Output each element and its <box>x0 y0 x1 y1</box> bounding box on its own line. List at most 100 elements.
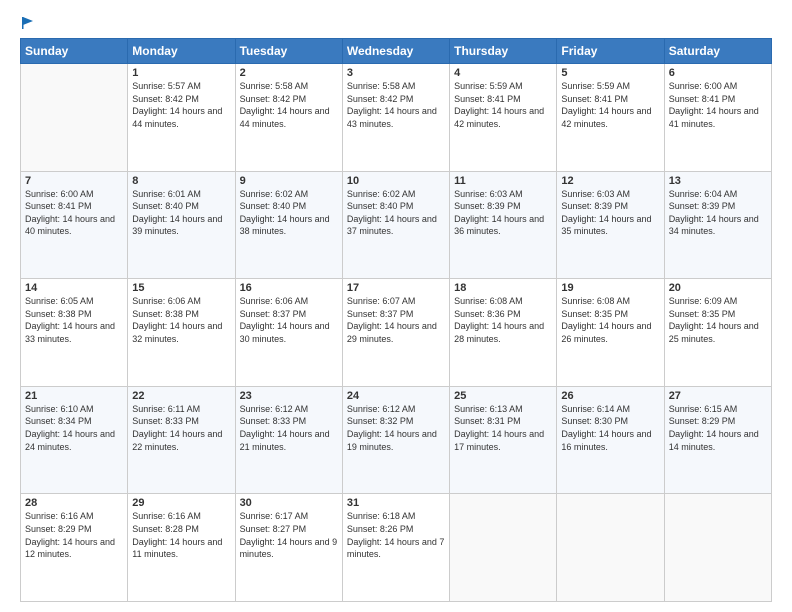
day-number: 10 <box>347 175 445 187</box>
day-info: Sunrise: 6:08 AMSunset: 8:35 PMDaylight:… <box>561 295 659 345</box>
day-number: 20 <box>669 282 767 294</box>
calendar-cell: 1Sunrise: 5:57 AMSunset: 8:42 PMDaylight… <box>128 64 235 172</box>
calendar-cell: 8Sunrise: 6:01 AMSunset: 8:40 PMDaylight… <box>128 171 235 279</box>
day-info: Sunrise: 6:18 AMSunset: 8:26 PMDaylight:… <box>347 510 445 560</box>
day-info: Sunrise: 6:15 AMSunset: 8:29 PMDaylight:… <box>669 403 767 453</box>
weekday-header-friday: Friday <box>557 39 664 64</box>
day-number: 5 <box>561 67 659 79</box>
logo-flag-icon <box>21 16 35 30</box>
calendar-cell: 15Sunrise: 6:06 AMSunset: 8:38 PMDayligh… <box>128 279 235 387</box>
calendar-cell: 18Sunrise: 6:08 AMSunset: 8:36 PMDayligh… <box>450 279 557 387</box>
day-number: 13 <box>669 175 767 187</box>
day-info: Sunrise: 6:02 AMSunset: 8:40 PMDaylight:… <box>240 188 338 238</box>
weekday-header-row: SundayMondayTuesdayWednesdayThursdayFrid… <box>21 39 772 64</box>
day-number: 29 <box>132 497 230 509</box>
day-number: 12 <box>561 175 659 187</box>
day-info: Sunrise: 6:06 AMSunset: 8:37 PMDaylight:… <box>240 295 338 345</box>
day-info: Sunrise: 6:03 AMSunset: 8:39 PMDaylight:… <box>561 188 659 238</box>
calendar-cell: 2Sunrise: 5:58 AMSunset: 8:42 PMDaylight… <box>235 64 342 172</box>
day-number: 4 <box>454 67 552 79</box>
day-number: 14 <box>25 282 123 294</box>
calendar-cell: 3Sunrise: 5:58 AMSunset: 8:42 PMDaylight… <box>342 64 449 172</box>
calendar-cell: 27Sunrise: 6:15 AMSunset: 8:29 PMDayligh… <box>664 386 771 494</box>
weekday-header-sunday: Sunday <box>21 39 128 64</box>
day-info: Sunrise: 6:02 AMSunset: 8:40 PMDaylight:… <box>347 188 445 238</box>
day-number: 15 <box>132 282 230 294</box>
day-info: Sunrise: 6:08 AMSunset: 8:36 PMDaylight:… <box>454 295 552 345</box>
calendar-cell: 5Sunrise: 5:59 AMSunset: 8:41 PMDaylight… <box>557 64 664 172</box>
calendar-cell: 30Sunrise: 6:17 AMSunset: 8:27 PMDayligh… <box>235 494 342 602</box>
calendar-cell: 4Sunrise: 5:59 AMSunset: 8:41 PMDaylight… <box>450 64 557 172</box>
day-info: Sunrise: 6:16 AMSunset: 8:29 PMDaylight:… <box>25 510 123 560</box>
day-info: Sunrise: 6:06 AMSunset: 8:38 PMDaylight:… <box>132 295 230 345</box>
calendar-cell: 24Sunrise: 6:12 AMSunset: 8:32 PMDayligh… <box>342 386 449 494</box>
day-info: Sunrise: 5:58 AMSunset: 8:42 PMDaylight:… <box>240 80 338 130</box>
weekday-header-wednesday: Wednesday <box>342 39 449 64</box>
calendar-cell: 29Sunrise: 6:16 AMSunset: 8:28 PMDayligh… <box>128 494 235 602</box>
day-number: 24 <box>347 390 445 402</box>
day-info: Sunrise: 5:57 AMSunset: 8:42 PMDaylight:… <box>132 80 230 130</box>
calendar-cell: 11Sunrise: 6:03 AMSunset: 8:39 PMDayligh… <box>450 171 557 279</box>
calendar-week-2: 7Sunrise: 6:00 AMSunset: 8:41 PMDaylight… <box>21 171 772 279</box>
calendar-cell: 7Sunrise: 6:00 AMSunset: 8:41 PMDaylight… <box>21 171 128 279</box>
day-info: Sunrise: 6:17 AMSunset: 8:27 PMDaylight:… <box>240 510 338 560</box>
calendar-cell: 13Sunrise: 6:04 AMSunset: 8:39 PMDayligh… <box>664 171 771 279</box>
calendar-page: SundayMondayTuesdayWednesdayThursdayFrid… <box>0 0 792 612</box>
day-number: 6 <box>669 67 767 79</box>
calendar-cell: 22Sunrise: 6:11 AMSunset: 8:33 PMDayligh… <box>128 386 235 494</box>
day-info: Sunrise: 6:14 AMSunset: 8:30 PMDaylight:… <box>561 403 659 453</box>
day-number: 19 <box>561 282 659 294</box>
day-number: 30 <box>240 497 338 509</box>
calendar-cell <box>664 494 771 602</box>
day-info: Sunrise: 5:58 AMSunset: 8:42 PMDaylight:… <box>347 80 445 130</box>
day-info: Sunrise: 6:16 AMSunset: 8:28 PMDaylight:… <box>132 510 230 560</box>
day-info: Sunrise: 6:00 AMSunset: 8:41 PMDaylight:… <box>25 188 123 238</box>
weekday-header-thursday: Thursday <box>450 39 557 64</box>
calendar-cell: 31Sunrise: 6:18 AMSunset: 8:26 PMDayligh… <box>342 494 449 602</box>
weekday-header-tuesday: Tuesday <box>235 39 342 64</box>
day-number: 9 <box>240 175 338 187</box>
day-info: Sunrise: 6:11 AMSunset: 8:33 PMDaylight:… <box>132 403 230 453</box>
calendar-cell <box>450 494 557 602</box>
day-number: 22 <box>132 390 230 402</box>
day-number: 8 <box>132 175 230 187</box>
day-number: 27 <box>669 390 767 402</box>
day-info: Sunrise: 6:04 AMSunset: 8:39 PMDaylight:… <box>669 188 767 238</box>
day-number: 21 <box>25 390 123 402</box>
calendar-cell: 23Sunrise: 6:12 AMSunset: 8:33 PMDayligh… <box>235 386 342 494</box>
day-info: Sunrise: 6:05 AMSunset: 8:38 PMDaylight:… <box>25 295 123 345</box>
calendar-cell: 12Sunrise: 6:03 AMSunset: 8:39 PMDayligh… <box>557 171 664 279</box>
calendar-week-5: 28Sunrise: 6:16 AMSunset: 8:29 PMDayligh… <box>21 494 772 602</box>
weekday-header-saturday: Saturday <box>664 39 771 64</box>
day-number: 16 <box>240 282 338 294</box>
day-info: Sunrise: 5:59 AMSunset: 8:41 PMDaylight:… <box>454 80 552 130</box>
day-number: 18 <box>454 282 552 294</box>
day-number: 25 <box>454 390 552 402</box>
calendar-cell: 10Sunrise: 6:02 AMSunset: 8:40 PMDayligh… <box>342 171 449 279</box>
day-number: 11 <box>454 175 552 187</box>
day-number: 28 <box>25 497 123 509</box>
day-number: 23 <box>240 390 338 402</box>
weekday-header-monday: Monday <box>128 39 235 64</box>
day-info: Sunrise: 6:00 AMSunset: 8:41 PMDaylight:… <box>669 80 767 130</box>
calendar-cell: 6Sunrise: 6:00 AMSunset: 8:41 PMDaylight… <box>664 64 771 172</box>
day-number: 17 <box>347 282 445 294</box>
calendar-cell <box>557 494 664 602</box>
header <box>20 16 772 30</box>
calendar-cell: 14Sunrise: 6:05 AMSunset: 8:38 PMDayligh… <box>21 279 128 387</box>
calendar-cell: 16Sunrise: 6:06 AMSunset: 8:37 PMDayligh… <box>235 279 342 387</box>
calendar-cell: 9Sunrise: 6:02 AMSunset: 8:40 PMDaylight… <box>235 171 342 279</box>
day-number: 7 <box>25 175 123 187</box>
day-number: 31 <box>347 497 445 509</box>
calendar-week-3: 14Sunrise: 6:05 AMSunset: 8:38 PMDayligh… <box>21 279 772 387</box>
day-info: Sunrise: 5:59 AMSunset: 8:41 PMDaylight:… <box>561 80 659 130</box>
calendar-cell: 19Sunrise: 6:08 AMSunset: 8:35 PMDayligh… <box>557 279 664 387</box>
day-info: Sunrise: 6:10 AMSunset: 8:34 PMDaylight:… <box>25 403 123 453</box>
day-info: Sunrise: 6:12 AMSunset: 8:33 PMDaylight:… <box>240 403 338 453</box>
calendar-cell <box>21 64 128 172</box>
day-number: 3 <box>347 67 445 79</box>
calendar-cell: 17Sunrise: 6:07 AMSunset: 8:37 PMDayligh… <box>342 279 449 387</box>
calendar-week-1: 1Sunrise: 5:57 AMSunset: 8:42 PMDaylight… <box>21 64 772 172</box>
day-info: Sunrise: 6:07 AMSunset: 8:37 PMDaylight:… <box>347 295 445 345</box>
calendar-cell: 25Sunrise: 6:13 AMSunset: 8:31 PMDayligh… <box>450 386 557 494</box>
